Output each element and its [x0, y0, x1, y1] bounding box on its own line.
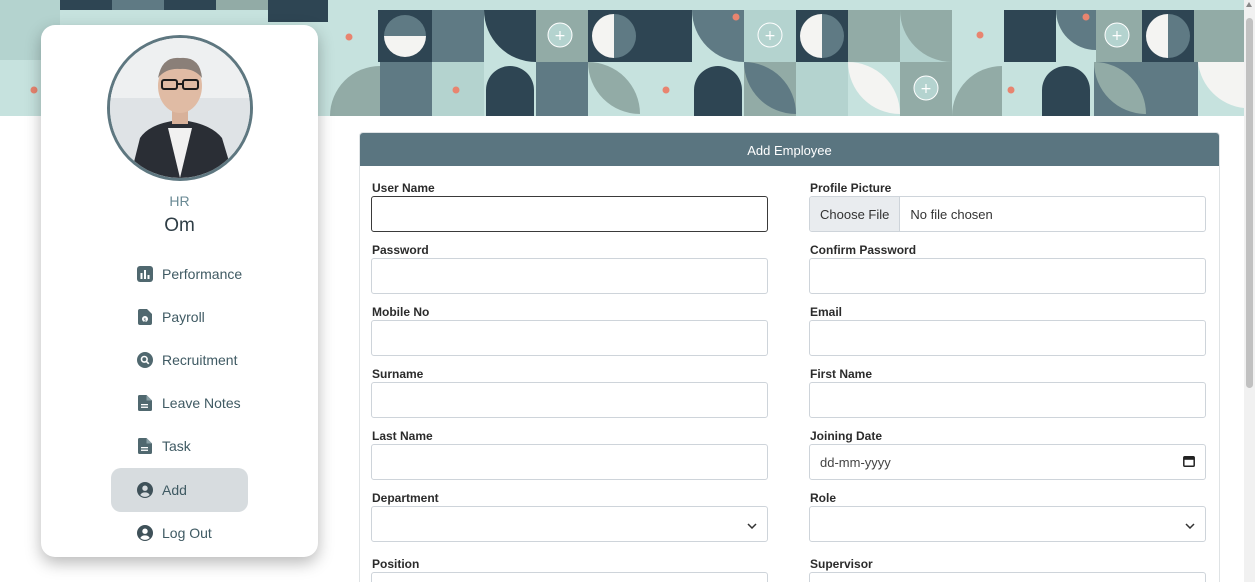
- add-employee-panel: Add Employee User Name Profile Picture C…: [359, 132, 1220, 582]
- user-circle-icon: [137, 525, 153, 541]
- bar-chart-icon: [137, 266, 153, 282]
- document-icon: [137, 395, 153, 411]
- nav-label: Add: [162, 482, 187, 498]
- panel-title: Add Employee: [360, 133, 1219, 166]
- scrollbar-thumb[interactable]: [1246, 18, 1253, 388]
- confirm-password-label: Confirm Password: [810, 243, 917, 257]
- position-label: Position: [372, 557, 420, 571]
- nav-item-log-out[interactable]: Log Out: [111, 511, 251, 555]
- nav-item-leave-notes[interactable]: Leave Notes: [111, 381, 251, 425]
- calendar-icon[interactable]: [1183, 455, 1195, 470]
- nav-item-recruitment[interactable]: Recruitment: [111, 338, 251, 382]
- page-scrollbar[interactable]: [1244, 0, 1255, 582]
- user-role: HR: [169, 193, 190, 209]
- chevron-down-icon: [747, 517, 757, 532]
- chevron-down-icon: [1185, 517, 1195, 532]
- last-name-input[interactable]: [371, 444, 768, 480]
- role-select[interactable]: [809, 506, 1206, 542]
- user-name-input[interactable]: [371, 196, 768, 232]
- scroll-up-arrow-icon[interactable]: [1246, 2, 1252, 7]
- first-name-input[interactable]: [809, 382, 1206, 418]
- sidebar: HR Om Performance $ Payroll Recruitment …: [41, 25, 318, 557]
- profile-photo: [110, 38, 250, 178]
- nav-label: Leave Notes: [162, 395, 241, 411]
- first-name-label: First Name: [810, 367, 873, 381]
- nav-item-add[interactable]: Add: [111, 468, 248, 512]
- user-name: Om: [164, 215, 195, 236]
- email-label: Email: [810, 305, 843, 319]
- svg-text:+: +: [920, 81, 932, 97]
- document-icon: [137, 438, 153, 454]
- joining-date-label: Joining Date: [810, 429, 883, 443]
- svg-text:+: +: [554, 28, 566, 44]
- nav-label: Log Out: [162, 525, 212, 541]
- nav-item-payroll[interactable]: $ Payroll: [111, 295, 251, 339]
- mobile-no-input[interactable]: [371, 320, 768, 356]
- user-circle-icon: [137, 482, 153, 498]
- file-status: No file chosen: [910, 206, 993, 222]
- supervisor-label: Supervisor: [810, 557, 873, 571]
- nav-label: Recruitment: [162, 352, 238, 368]
- payroll-file-icon: $: [137, 309, 153, 325]
- password-label: Password: [372, 243, 429, 257]
- user-name-label: User Name: [372, 181, 435, 195]
- profile-picture-label: Profile Picture: [810, 181, 892, 195]
- nav-label: Task: [162, 438, 191, 454]
- search-icon: [137, 352, 153, 368]
- nav-item-performance[interactable]: Performance: [111, 252, 251, 296]
- email-input[interactable]: [809, 320, 1206, 356]
- password-input[interactable]: [371, 258, 768, 294]
- supervisor-input[interactable]: [809, 572, 1206, 582]
- svg-text:+: +: [764, 28, 776, 44]
- confirm-password-input[interactable]: [809, 258, 1206, 294]
- date-placeholder: dd-mm-yyyy: [820, 454, 891, 470]
- mobile-no-label: Mobile No: [372, 305, 430, 319]
- nav-label: Performance: [162, 266, 243, 282]
- profile-picture-input[interactable]: Choose File No file chosen: [809, 196, 1206, 232]
- department-select[interactable]: [371, 506, 768, 542]
- department-label: Department: [372, 491, 439, 505]
- svg-text:$: $: [143, 317, 146, 323]
- last-name-label: Last Name: [372, 429, 433, 443]
- role-label: Role: [810, 491, 837, 505]
- nav-label: Payroll: [162, 309, 205, 325]
- surname-label: Surname: [372, 367, 424, 381]
- nav-item-task[interactable]: Task: [111, 424, 251, 468]
- avatar: [107, 35, 253, 181]
- position-input[interactable]: [371, 572, 768, 582]
- surname-input[interactable]: [371, 382, 768, 418]
- joining-date-input[interactable]: dd-mm-yyyy: [809, 444, 1206, 480]
- choose-file-button[interactable]: Choose File: [810, 197, 901, 231]
- svg-text:+: +: [1111, 28, 1123, 44]
